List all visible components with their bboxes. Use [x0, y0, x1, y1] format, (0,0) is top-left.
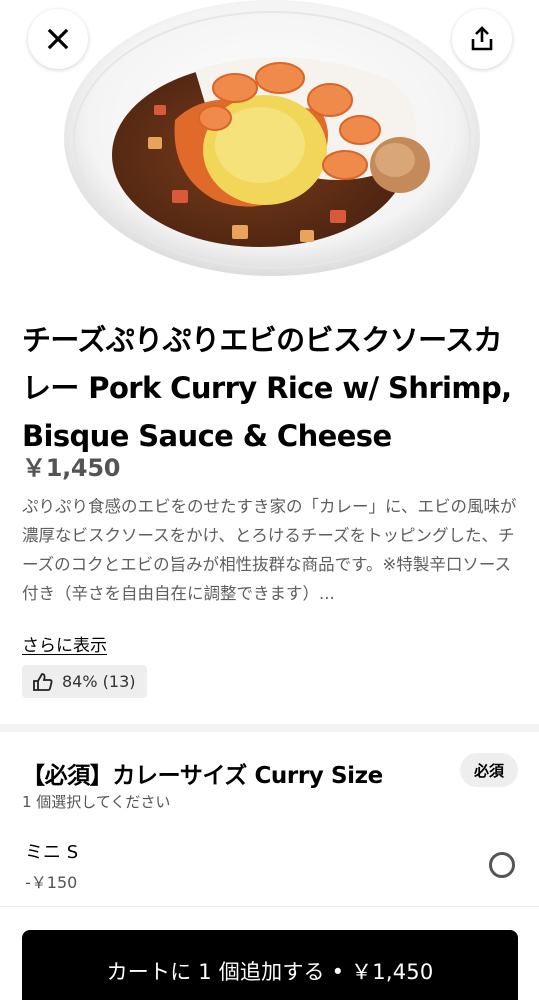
option-group-subtitle: 1 個選択してください — [22, 793, 171, 811]
option-radio[interactable] — [489, 852, 515, 878]
required-badge: 必須 — [460, 753, 518, 787]
share-button[interactable] — [452, 9, 512, 69]
close-button[interactable] — [28, 9, 88, 69]
rating-text: 84% (13) — [62, 672, 136, 691]
item-price: ￥1,450 — [22, 454, 121, 482]
option-name: ミニ S — [25, 842, 79, 863]
thumbs-up-icon — [33, 672, 53, 691]
divider — [0, 906, 539, 907]
close-icon — [47, 28, 69, 50]
item-title: チーズぷりぷりエビのビスクソースカレー Pork Curry Rice w/ S… — [22, 323, 512, 453]
rating-badge: 84% (13) — [22, 665, 147, 698]
share-icon — [471, 26, 493, 51]
add-to-cart-button[interactable]: カートに 1 個追加する • ￥1,450 — [22, 930, 518, 1000]
option-price: -￥150 — [25, 873, 78, 892]
item-description: ぷりぷり食感のエビをのせたすき家の「カレー」に、エビの風味が濃厚なビスクソースを… — [22, 497, 517, 603]
show-more-link[interactable]: さらに表示 — [22, 631, 107, 656]
section-divider — [0, 724, 539, 732]
option-group-title: 【必須】カレーサイズ Curry Size — [22, 763, 383, 789]
